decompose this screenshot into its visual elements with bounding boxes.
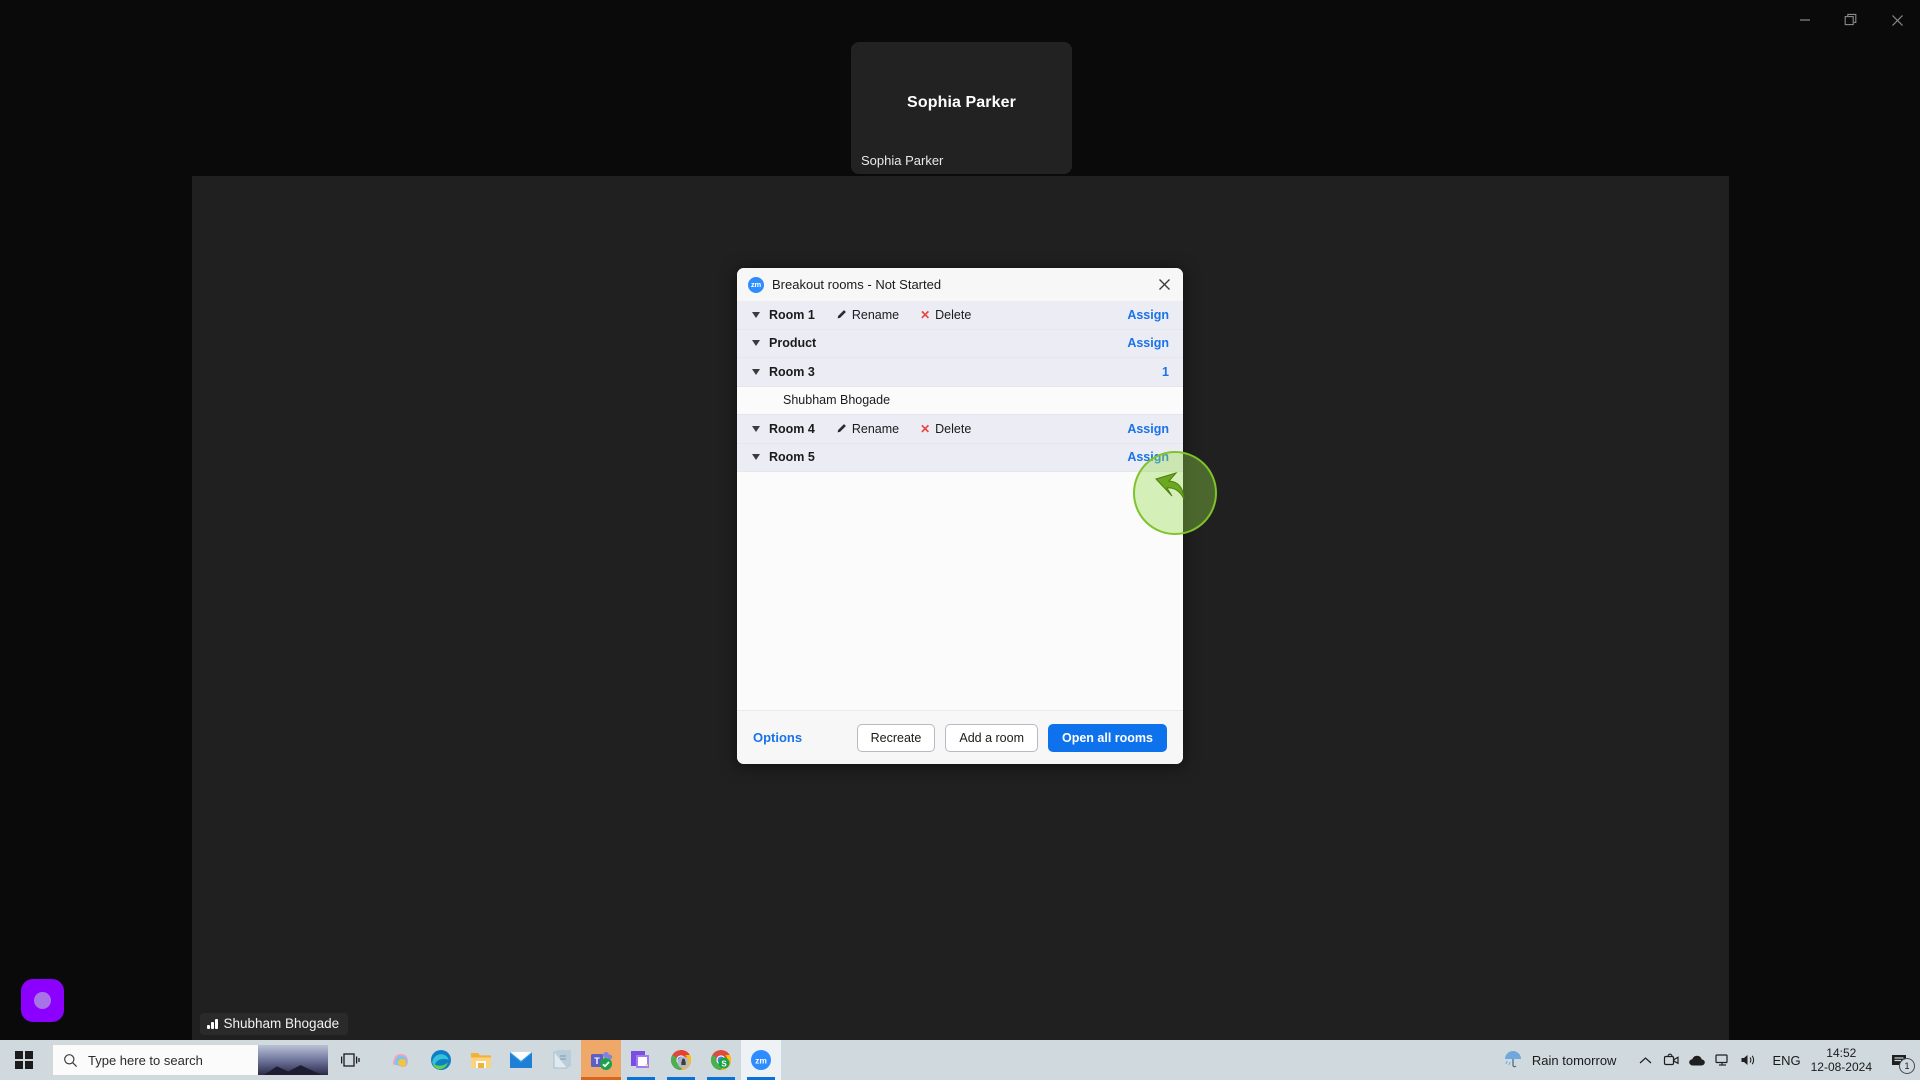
rain-umbrella-icon xyxy=(1502,1048,1524,1073)
restore-icon[interactable] xyxy=(1828,4,1874,36)
network-icon[interactable] xyxy=(1710,1040,1736,1080)
clock-time: 14:52 xyxy=(1826,1046,1857,1060)
close-icon[interactable] xyxy=(1151,271,1177,297)
room-list: Room 1 Rename ✕ Delete Assign Product As… xyxy=(737,301,1183,710)
close-icon[interactable] xyxy=(1874,4,1920,36)
zoom-logo-icon: zm xyxy=(748,276,764,293)
svg-text:T: T xyxy=(594,1056,600,1066)
taskbar-app-edge[interactable] xyxy=(421,1040,461,1080)
participant-video-tile[interactable]: Sophia Parker Sophia Parker xyxy=(851,42,1072,174)
options-button[interactable]: Options xyxy=(753,730,802,745)
search-placeholder: Type here to search xyxy=(88,1052,203,1068)
recording-indicator-widget[interactable] xyxy=(21,979,64,1022)
onedrive-camera-icon[interactable] xyxy=(1658,1040,1684,1080)
taskbar-app-microsoft-teams[interactable]: T xyxy=(581,1040,621,1080)
self-name-label: Shubham Bhogade xyxy=(223,1016,340,1031)
taskbar-app-copilot[interactable] xyxy=(381,1040,421,1080)
rename-button[interactable]: Rename xyxy=(836,308,899,322)
recreate-button[interactable]: Recreate xyxy=(856,723,936,752)
pencil-icon xyxy=(836,423,847,434)
taskbar-app-chrome-2[interactable]: S xyxy=(701,1040,741,1080)
chevron-down-icon[interactable] xyxy=(751,453,760,462)
assign-link[interactable]: Assign xyxy=(1127,336,1169,350)
notification-count-badge: 1 xyxy=(1899,1058,1915,1074)
search-input[interactable]: Type here to search xyxy=(52,1044,329,1076)
room-name: Room 1 xyxy=(769,307,815,322)
search-thumbnail-image xyxy=(258,1045,328,1075)
weather-widget[interactable]: Rain tomorrow xyxy=(1502,1048,1617,1073)
volume-icon[interactable] xyxy=(1736,1040,1762,1080)
dialog-footer: Options Recreate Add a room Open all roo… xyxy=(737,710,1183,764)
chevron-up-icon[interactable] xyxy=(1632,1040,1658,1080)
open-all-rooms-button[interactable]: Open all rooms xyxy=(1048,723,1167,752)
weather-label: Rain tomorrow xyxy=(1531,1052,1617,1068)
pencil-icon xyxy=(836,309,847,320)
room-name: Room 3 xyxy=(769,364,815,379)
dialog-title-bar: zm Breakout rooms - Not Started xyxy=(737,268,1183,301)
rename-label: Rename xyxy=(851,421,900,436)
assign-link[interactable]: Assign xyxy=(1127,450,1169,464)
footer-buttons: Recreate Add a room Open all rooms xyxy=(856,723,1167,752)
close-x-icon: ✕ xyxy=(920,421,931,436)
rename-label: Rename xyxy=(851,307,900,322)
room-name: Product xyxy=(769,336,817,351)
participant-list-item[interactable]: Shubham Bhogade xyxy=(737,386,1183,415)
room-row[interactable]: Product Assign xyxy=(737,329,1183,358)
clock[interactable]: 14:52 12-08-2024 xyxy=(1811,1046,1872,1074)
chevron-down-icon[interactable] xyxy=(751,339,760,348)
window-controls xyxy=(1740,0,1920,40)
rename-button[interactable]: Rename xyxy=(836,422,899,436)
svg-text:S: S xyxy=(721,1059,727,1068)
room-row[interactable]: Room 3 1 xyxy=(737,358,1183,387)
participant-display-name: Sophia Parker xyxy=(907,94,1016,111)
participant-count: 1 xyxy=(1162,364,1169,379)
delete-button[interactable]: ✕ Delete xyxy=(920,308,971,322)
notifications-icon[interactable]: 1 xyxy=(1884,1040,1915,1080)
delete-label: Delete xyxy=(935,421,972,436)
room-row[interactable]: Room 1 Rename ✕ Delete Assign xyxy=(737,301,1183,330)
add-room-button[interactable]: Add a room xyxy=(945,723,1038,752)
chevron-down-icon[interactable] xyxy=(751,424,760,433)
signal-strength-icon xyxy=(207,1018,218,1029)
delete-button[interactable]: ✕ Delete xyxy=(920,422,971,436)
taskbar-app-file-explorer[interactable] xyxy=(461,1040,501,1080)
participant-name: Shubham Bhogade xyxy=(783,393,891,408)
language-indicator[interactable]: ENG xyxy=(1772,1053,1800,1068)
dialog-title: Breakout rooms - Not Started xyxy=(772,277,942,292)
chevron-down-icon[interactable] xyxy=(751,310,760,319)
system-tray: Rain tomorrow ENG 14:52 12-08-2024 1 xyxy=(1502,1040,1920,1080)
minimize-icon[interactable] xyxy=(1782,4,1828,36)
record-dot-icon xyxy=(34,992,51,1009)
assign-link[interactable]: Assign xyxy=(1127,422,1169,436)
taskbar-app-mail[interactable] xyxy=(501,1040,541,1080)
breakout-rooms-dialog: zm Breakout rooms - Not Started Room 1 R… xyxy=(737,268,1183,764)
cloud-icon[interactable] xyxy=(1684,1040,1710,1080)
taskbar-app-notepad[interactable] xyxy=(541,1040,581,1080)
taskbar-app-chrome-1[interactable] xyxy=(661,1040,701,1080)
taskbar-app-zoom[interactable]: zm xyxy=(741,1040,781,1080)
room-row[interactable]: Room 4 Rename ✕ Delete Assign xyxy=(737,415,1183,444)
task-view-icon[interactable] xyxy=(329,1040,371,1080)
participant-name-badge: Sophia Parker xyxy=(851,149,954,174)
clock-date: 12-08-2024 xyxy=(1810,1060,1872,1074)
taskbar-app-icons: T S zm xyxy=(381,1040,781,1080)
search-icon xyxy=(63,1053,78,1068)
windows-start-icon[interactable] xyxy=(0,1040,48,1080)
room-name: Room 5 xyxy=(769,450,815,465)
self-name-badge: Shubham Bhogade xyxy=(200,1013,349,1035)
windows-taskbar: Type here to search T S zm Rain tomorrow… xyxy=(0,1040,1920,1080)
room-row[interactable]: Room 5 Assign xyxy=(737,443,1183,472)
delete-label: Delete xyxy=(935,307,972,322)
assign-link[interactable]: Assign xyxy=(1127,308,1169,322)
screen-root: Sophia Parker Sophia Parker Shubham Bhog… xyxy=(0,0,1920,1080)
svg-text:zm: zm xyxy=(755,1056,767,1066)
close-x-icon: ✕ xyxy=(920,307,931,322)
chevron-down-icon[interactable] xyxy=(751,367,760,376)
room-name: Room 4 xyxy=(769,421,815,436)
taskbar-app-powerpoint[interactable] xyxy=(621,1040,661,1080)
